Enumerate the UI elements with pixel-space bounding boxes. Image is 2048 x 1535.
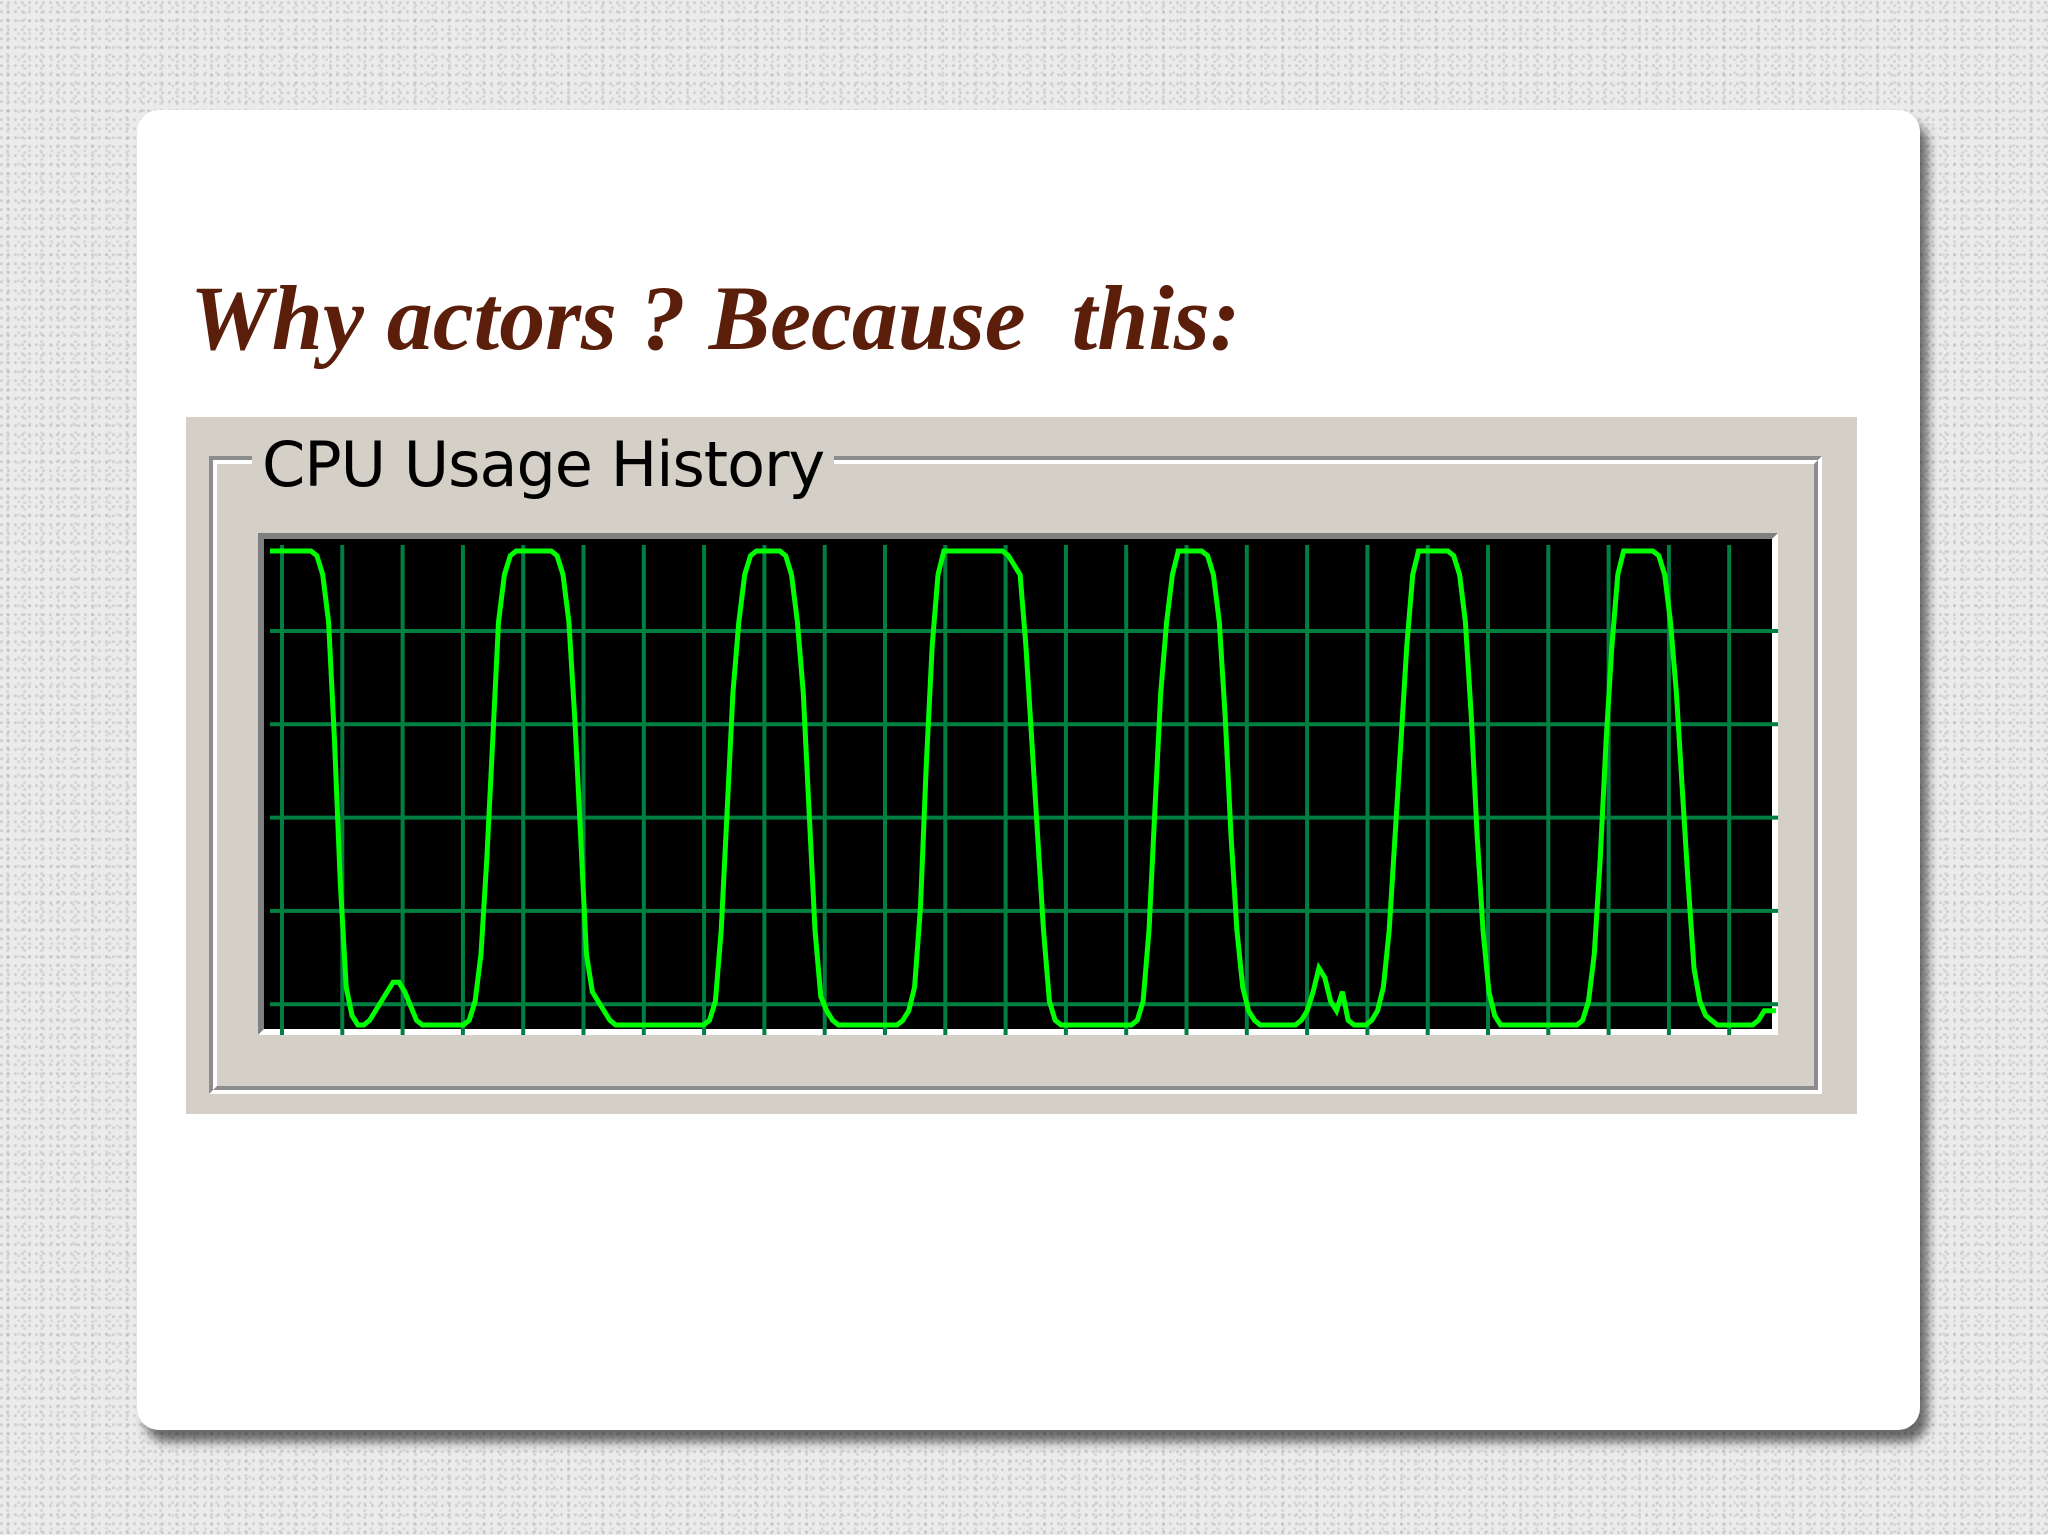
group-box-label: CPU Usage History bbox=[252, 429, 835, 501]
cpu-usage-history-panel: CPU Usage History bbox=[186, 417, 1857, 1114]
cpu-usage-graph bbox=[270, 545, 1778, 1035]
cpu-graph-well bbox=[258, 533, 1778, 1035]
slide-title: Why actors ? Because this: bbox=[190, 267, 1241, 369]
